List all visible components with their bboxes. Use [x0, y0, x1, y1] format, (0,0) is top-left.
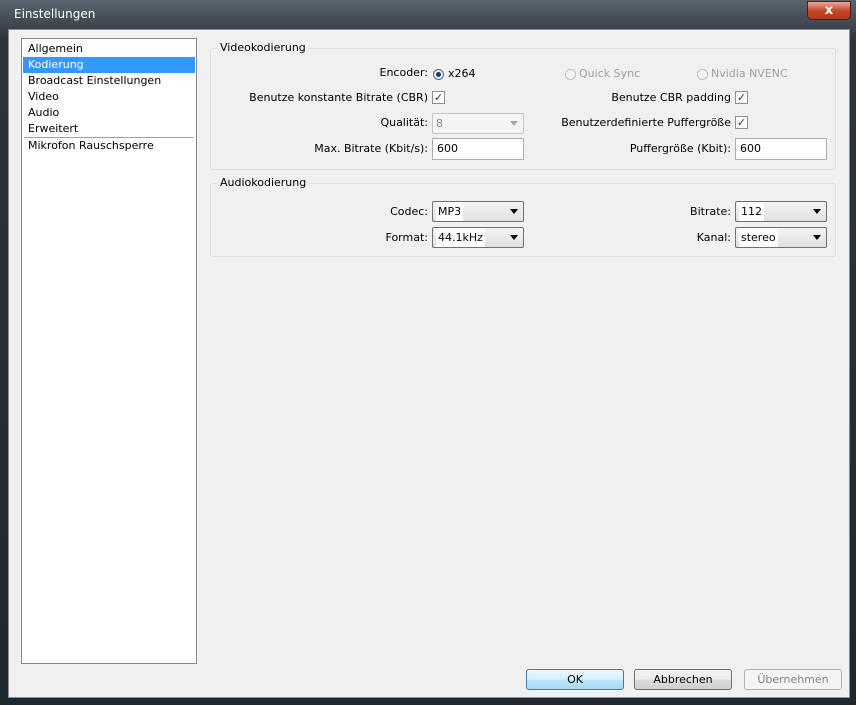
- cbr-padding-label: Benutze CBR padding: [611, 91, 731, 104]
- title-bar[interactable]: Einstellungen x: [0, 0, 856, 30]
- audio-encoding-title: Audiokodierung: [217, 176, 310, 189]
- ok-button[interactable]: OK: [526, 669, 624, 690]
- audio-bitrate-label: Bitrate:: [690, 205, 731, 218]
- format-label: Format:: [385, 231, 428, 244]
- format-dropdown[interactable]: 44.1kHz: [432, 227, 524, 248]
- close-icon: x: [824, 3, 834, 18]
- format-value: 44.1kHz: [436, 228, 485, 247]
- apply-button[interactable]: Übernehmen: [744, 669, 842, 690]
- nav-item-audio[interactable]: Audio: [23, 105, 195, 121]
- encoder-quicksync-radio[interactable]: [565, 69, 576, 80]
- encoder-nvenc-label[interactable]: Nvidia NVENC: [711, 67, 788, 80]
- max-bitrate-input[interactable]: 600: [432, 138, 524, 160]
- chevron-down-icon: [813, 209, 821, 214]
- window-title: Einstellungen: [14, 7, 96, 21]
- encoder-label: Encoder:: [379, 66, 429, 79]
- encoder-nvenc-radio[interactable]: [697, 69, 708, 80]
- codec-value: MP3: [436, 202, 464, 221]
- cbr-checkbox[interactable]: ✓: [432, 91, 445, 104]
- nav-item-erweitert[interactable]: Erweitert: [23, 121, 195, 137]
- quality-value: 8: [436, 117, 443, 130]
- nav-item-broadcast[interactable]: Broadcast Einstellungen: [23, 73, 195, 89]
- channel-dropdown[interactable]: stereo: [735, 227, 827, 248]
- audio-encoding-group: Audiokodierung Codec: MP3 Bitrate: 112 F…: [210, 176, 836, 257]
- channel-label: Kanal:: [696, 231, 731, 244]
- max-bitrate-label: Max. Bitrate (Kbit/s):: [314, 142, 428, 155]
- codec-dropdown[interactable]: MP3: [432, 201, 524, 222]
- cbr-padding-checkbox[interactable]: ✓: [735, 91, 748, 104]
- codec-label: Codec:: [390, 205, 428, 218]
- audio-bitrate-value: 112: [739, 202, 764, 221]
- chevron-down-icon: [813, 235, 821, 240]
- chevron-down-icon: [510, 235, 518, 240]
- dialog-body: Allgemein Kodierung Broadcast Einstellun…: [8, 29, 850, 698]
- chevron-down-icon: [510, 209, 518, 214]
- channel-value: stereo: [739, 228, 778, 247]
- close-button[interactable]: x: [807, 1, 851, 20]
- video-encoding-title: Videokodierung: [217, 41, 309, 54]
- video-encoding-group: Videokodierung Encoder: x264 Quick Sync …: [210, 41, 836, 170]
- cancel-button[interactable]: Abbrechen: [634, 669, 732, 690]
- quality-label: Qualität:: [380, 116, 428, 129]
- audio-bitrate-dropdown[interactable]: 112: [735, 201, 827, 222]
- custom-buffer-label: Benutzerdefinierte Puffergröße: [561, 116, 731, 129]
- nav-item-video[interactable]: Video: [23, 89, 195, 105]
- encoder-quicksync-label[interactable]: Quick Sync: [579, 67, 640, 80]
- cbr-label: Benutze konstante Bitrate (CBR): [249, 91, 428, 104]
- quality-dropdown[interactable]: 8: [432, 113, 524, 134]
- settings-window: Einstellungen x Allgemein Kodierung Broa…: [0, 0, 856, 705]
- nav-item-allgemein[interactable]: Allgemein: [23, 41, 195, 57]
- chevron-down-icon: [510, 121, 518, 126]
- buffer-size-label: Puffergröße (Kbit):: [629, 142, 731, 155]
- encoder-x264-label[interactable]: x264: [448, 67, 476, 80]
- encoder-x264-radio[interactable]: [433, 69, 444, 80]
- settings-category-list[interactable]: Allgemein Kodierung Broadcast Einstellun…: [21, 38, 197, 664]
- buffer-size-input[interactable]: 600: [735, 138, 827, 160]
- nav-item-mikrofon-rauschsperre[interactable]: Mikrofon Rauschsperre: [23, 138, 195, 154]
- custom-buffer-checkbox[interactable]: ✓: [735, 116, 748, 129]
- nav-item-kodierung[interactable]: Kodierung: [23, 57, 195, 73]
